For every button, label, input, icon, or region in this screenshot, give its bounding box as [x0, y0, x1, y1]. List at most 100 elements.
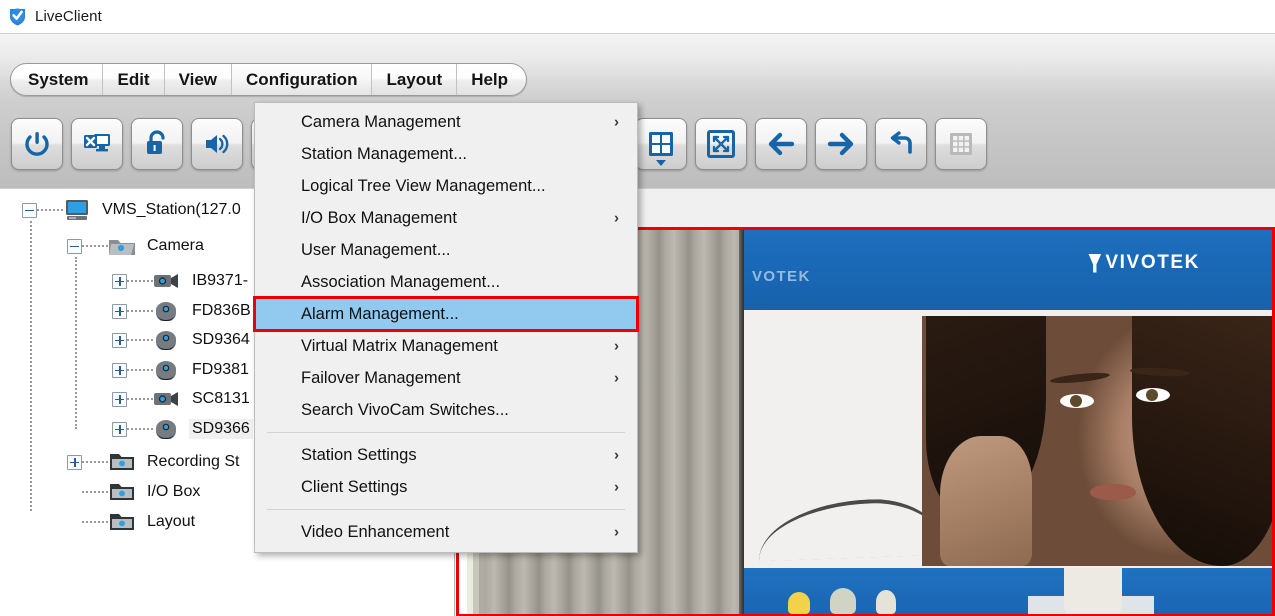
menu-item-alarm-management[interactable]: Alarm Management... — [255, 298, 637, 330]
disconnect-monitor-icon — [82, 129, 112, 159]
computer-icon — [63, 199, 91, 221]
billboard-logo: VIVOTEK — [1088, 252, 1200, 274]
menu-item-station-management[interactable]: Station Management... — [255, 138, 637, 170]
expand-toggle-icon[interactable] — [112, 333, 127, 348]
menu-system[interactable]: System — [11, 64, 103, 95]
shield-check-icon — [8, 7, 27, 26]
tree-dots — [82, 521, 108, 523]
unlock-button[interactable] — [131, 118, 183, 170]
tree-node-camera-sc8131[interactable]: SC8131 — [112, 384, 253, 414]
collapse-toggle-icon[interactable] — [67, 239, 82, 254]
photo-arm — [940, 436, 1032, 566]
menu-configuration[interactable]: Configuration — [232, 64, 372, 95]
submenu-arrow-icon: › — [614, 479, 619, 496]
expand-toggle-icon[interactable] — [112, 422, 127, 437]
speaker-icon — [202, 129, 232, 159]
fullscreen-button[interactable] — [695, 118, 747, 170]
menu-item-association-management[interactable]: Association Management... — [255, 266, 637, 298]
menu-separator — [267, 432, 625, 433]
rotate-back-icon — [886, 129, 916, 159]
layout-button[interactable] — [635, 118, 687, 170]
tree-node-camera-folder[interactable]: Camera — [67, 231, 207, 261]
tree-dots — [127, 310, 153, 312]
box-camera-icon — [153, 270, 181, 292]
tree-node-label: Camera — [144, 236, 207, 256]
tree-node-layout[interactable]: Layout — [67, 507, 198, 537]
menu-item-client-settings[interactable]: Client Settings › — [255, 471, 637, 503]
open-folder-icon — [108, 235, 136, 257]
tree-node-io-box[interactable]: I/O Box — [67, 477, 203, 507]
billboard-photo — [922, 316, 1272, 566]
previous-button[interactable] — [755, 118, 807, 170]
expand-toggle-icon[interactable] — [112, 274, 127, 289]
collapse-toggle-icon[interactable] — [22, 203, 37, 218]
menu-layout[interactable]: Layout — [372, 64, 457, 95]
expand-toggle-icon[interactable] — [112, 363, 127, 378]
menu-item-failover-management[interactable]: Failover Management › — [255, 362, 637, 394]
tree-dots — [127, 280, 153, 282]
menu-item-label: Video Enhancement — [301, 523, 449, 542]
tree-node-label: FD9381 — [189, 360, 252, 380]
menu-item-label: Association Management... — [301, 273, 500, 292]
chevron-down-icon — [656, 160, 666, 166]
menu-separator — [267, 509, 625, 510]
menu-item-logical-tree-view-management[interactable]: Logical Tree View Management... — [255, 170, 637, 202]
audio-button[interactable] — [191, 118, 243, 170]
expand-toggle-icon[interactable] — [112, 392, 127, 407]
menu-edit[interactable]: Edit — [103, 64, 164, 95]
tree-dots — [37, 209, 63, 211]
power-icon — [22, 129, 52, 159]
menu-item-label: Station Management... — [301, 145, 467, 164]
menu-item-label: Station Settings — [301, 446, 417, 465]
expand-toggle-icon[interactable] — [112, 304, 127, 319]
menu-item-camera-management[interactable]: Camera Management › — [255, 106, 637, 138]
tree-node-recording-storage[interactable]: Recording St — [67, 447, 243, 477]
tree-node-camera-sd9366[interactable]: SD9366 — [112, 414, 253, 444]
folder-icon — [108, 511, 136, 533]
dome-camera-icon — [153, 359, 181, 381]
vivotek-mark-icon — [1088, 254, 1101, 273]
tree-connector — [30, 221, 32, 511]
tree-node-camera-fd9381[interactable]: FD9381 — [112, 355, 252, 385]
menu-bar-strip: System Edit View Configuration Layout He… — [0, 33, 1275, 100]
submenu-arrow-icon: › — [614, 210, 619, 227]
tree-dots — [127, 398, 153, 400]
menu-item-io-box-management[interactable]: I/O Box Management › — [255, 202, 637, 234]
menu-item-virtual-matrix-management[interactable]: Virtual Matrix Management › — [255, 330, 637, 362]
power-button[interactable] — [11, 118, 63, 170]
photo-eye-left — [1060, 394, 1094, 408]
matrix-button[interactable] — [935, 118, 987, 170]
grid-layout-icon — [647, 130, 675, 158]
billboard-cable — [757, 497, 949, 562]
tree-node-camera-ib9371[interactable]: IB9371- — [112, 266, 251, 296]
tree-node-label: IB9371- — [189, 271, 251, 291]
tree-node-label: I/O Box — [144, 482, 203, 502]
next-button[interactable] — [815, 118, 867, 170]
tree-node-label: SC8131 — [189, 389, 253, 409]
tree-node-camera-fd836b[interactable]: FD836B — [112, 296, 254, 326]
tree-node-camera-sd9364[interactable]: SD9364 — [112, 325, 253, 355]
tree-connector — [75, 257, 77, 429]
menu-item-search-vivocam-switches[interactable]: Search VivoCam Switches... — [255, 394, 637, 426]
menu-item-video-enhancement[interactable]: Video Enhancement › — [255, 516, 637, 548]
menu-item-station-settings[interactable]: Station Settings › — [255, 439, 637, 471]
live-client-window: LiveClient System Edit View Configuratio… — [0, 0, 1275, 616]
disconnect-button[interactable] — [71, 118, 123, 170]
submenu-arrow-icon: › — [614, 114, 619, 131]
rotate-button[interactable] — [875, 118, 927, 170]
menu-item-label: Search VivoCam Switches... — [301, 401, 509, 420]
tree-dots — [82, 245, 108, 247]
dome-camera-icon — [153, 418, 181, 440]
menu-help[interactable]: Help — [457, 64, 526, 95]
configuration-dropdown-menu[interactable]: Camera Management › Station Management..… — [254, 102, 638, 553]
tree-dots — [82, 491, 108, 493]
menu-bar: System Edit View Configuration Layout He… — [10, 63, 527, 96]
menu-item-label: Camera Management — [301, 113, 461, 132]
expand-toggle-icon[interactable] — [67, 455, 82, 470]
tree-node-label: SD9366 — [189, 419, 253, 439]
menu-item-label: I/O Box Management — [301, 209, 457, 228]
tree-node-vms-station[interactable]: VMS_Station(127.0 — [22, 195, 244, 225]
title-bar: LiveClient — [0, 0, 1275, 33]
menu-item-user-management[interactable]: User Management... — [255, 234, 637, 266]
menu-view[interactable]: View — [165, 64, 232, 95]
